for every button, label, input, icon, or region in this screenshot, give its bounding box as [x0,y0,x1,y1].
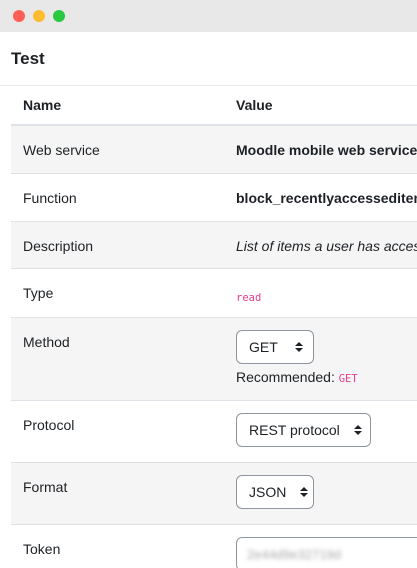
format-select[interactable]: JSON [236,475,314,509]
recommended-label: Recommended: [236,369,335,385]
protocol-cell: REST protocol [236,401,417,462]
method-select[interactable]: GET [236,330,314,364]
token-cell: 2e44d9e32719d [236,525,417,568]
row-label: Format [23,479,68,495]
row-label: Web service [23,142,100,158]
row-label: Function [23,190,77,206]
table-row-description: Description List of items a user has acc… [11,222,417,269]
row-label: Description [23,238,94,254]
page-title: Test [0,32,417,86]
function-value: block_recentlyaccesseditems_get_recent_i… [236,190,417,206]
row-label: Token [23,541,61,557]
table-row-web-service: Web service Moodle mobile web service [11,126,417,174]
row-label: Method [23,334,70,350]
row-label: Type [23,285,54,301]
title-bar [0,0,417,32]
method-cell: GET Recommended: GET [236,318,417,400]
web-service-value: Moodle mobile web service [236,142,417,158]
app-window: Test Name Value Web service Moodle mobil… [0,0,417,568]
table-row-function: Function block_recentlyaccesseditems_get… [11,174,417,222]
row-label: Protocol [23,417,75,433]
format-cell: JSON [236,463,417,524]
table-row-token: Token 2e44d9e32719d [11,525,417,568]
protocol-selected-value: REST protocol [249,422,340,438]
type-cell: read [236,269,417,317]
header-value: Value [236,97,273,113]
protocol-select[interactable]: REST protocol [236,413,371,447]
function-details-table: Name Value Web service Moodle mobile web… [11,86,417,568]
header-name: Name [23,97,62,113]
method-selected-value: GET [249,339,278,355]
table-row-type: Type read [11,269,417,318]
recommended-method: GET [338,373,358,385]
token-value: 2e44d9e32719d [247,547,341,562]
close-window-button[interactable] [13,10,25,22]
select-arrows-icon [300,487,309,497]
description-value: List of items a user has accessed most r… [236,238,417,254]
type-value: read [236,292,262,304]
format-selected-value: JSON [249,484,287,500]
table-row-method: Method GET Recommended: GET [11,318,417,401]
select-arrows-icon [295,342,303,352]
token-input[interactable]: 2e44d9e32719d [236,537,417,568]
select-arrows-icon [353,425,362,435]
method-recommendation: Recommended: GET [236,369,417,385]
maximize-window-button[interactable] [53,10,65,22]
minimize-window-button[interactable] [33,10,45,22]
table-row-format: Format JSON [11,463,417,525]
table-row-protocol: Protocol REST protocol [11,401,417,463]
table-header: Name Value [11,86,417,126]
